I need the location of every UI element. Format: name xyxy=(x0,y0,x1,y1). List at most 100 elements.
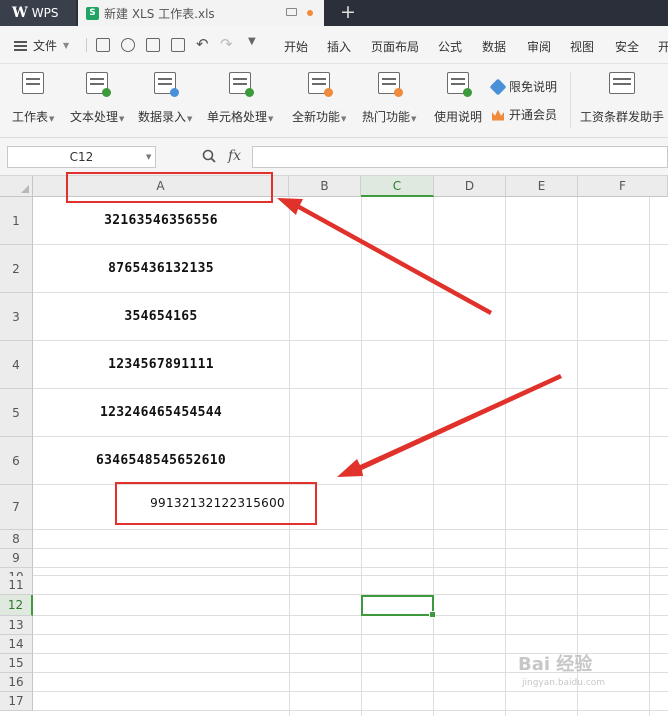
crown-icon xyxy=(492,109,504,121)
text-process-icon xyxy=(86,72,112,97)
undo-icon[interactable]: ↶ xyxy=(196,35,209,53)
data-entry-label: 数据录入 xyxy=(138,110,187,124)
limit-free-button[interactable]: 限免说明 xyxy=(489,78,558,95)
export-pdf-icon[interactable] xyxy=(121,38,135,52)
grid-line xyxy=(33,548,668,549)
highlight-box-column-a xyxy=(66,172,273,203)
limit-free-label: 限免说明 xyxy=(509,80,558,94)
cell-process-button[interactable]: 单元格处理▼ xyxy=(207,72,273,125)
row-header-3[interactable]: 3 xyxy=(0,293,33,341)
row-header-6[interactable]: 6 xyxy=(0,437,33,485)
monitor-icon[interactable] xyxy=(286,8,297,16)
payslip-button[interactable]: 工资条群发助手 xyxy=(580,72,664,125)
menu-bar: 文件 ▼ ↶ ↷ ▼ 开始 插入 页面布局 公式 数据 审阅 视图 安全 开 xyxy=(0,26,668,64)
row-header-5[interactable]: 5 xyxy=(0,389,33,437)
menu-security[interactable]: 安全 xyxy=(615,38,639,55)
row-header-12[interactable]: 12 xyxy=(0,595,33,616)
open-member-label: 开通会员 xyxy=(509,108,558,122)
document-tab[interactable]: S 新建 XLS 工作表.xls xyxy=(78,0,324,26)
grid-line xyxy=(33,575,668,576)
print-icon[interactable] xyxy=(146,38,160,52)
column-header-b[interactable]: B xyxy=(289,176,361,197)
hot-feature-icon xyxy=(378,72,404,97)
chevron-down-icon: ▼ xyxy=(63,41,70,50)
cell-a6[interactable]: 6346548545652610 xyxy=(33,453,289,468)
new-feature-label: 全新功能 xyxy=(292,110,341,124)
grid-line xyxy=(33,388,668,389)
cell-process-icon xyxy=(229,72,255,97)
row-header-8[interactable]: 8 xyxy=(0,530,33,549)
name-box[interactable]: C12 xyxy=(7,146,156,168)
function-icon[interactable]: fx xyxy=(228,148,241,164)
row-header-14[interactable]: 14 xyxy=(0,635,33,654)
file-menu-label: 文件 xyxy=(33,39,58,53)
file-menu[interactable]: 文件 ▼ xyxy=(14,37,69,54)
menu-page-layout[interactable]: 页面布局 xyxy=(371,38,419,55)
hamburger-icon xyxy=(14,40,27,51)
hot-feature-button[interactable]: 热门功能▼ xyxy=(362,72,416,125)
column-header-e[interactable]: E xyxy=(506,176,578,197)
new-tab-button[interactable]: + xyxy=(340,2,356,22)
cell-a3[interactable]: 354654165 xyxy=(33,309,289,324)
worksheet-label: 工作表 xyxy=(12,110,49,124)
cell-process-label: 单元格处理 xyxy=(207,110,268,124)
formula-input[interactable] xyxy=(252,146,668,168)
active-cell-c12[interactable] xyxy=(361,595,436,618)
data-entry-button[interactable]: 数据录入▼ xyxy=(138,72,192,125)
column-header-f[interactable]: F xyxy=(578,176,668,197)
worksheet-button[interactable]: 工作表▼ xyxy=(12,72,54,125)
highlight-box-cell-a7 xyxy=(115,482,317,525)
row-header-7[interactable]: 7 xyxy=(0,485,33,530)
formula-bar: C12 fx xyxy=(0,138,668,176)
cell-a5[interactable]: 123246465454544 xyxy=(33,405,289,420)
row-header-15[interactable]: 15 xyxy=(0,654,33,673)
column-header-c[interactable]: C xyxy=(361,176,434,197)
row-header-11[interactable]: 11 xyxy=(0,576,33,595)
row-header-17[interactable]: 17 xyxy=(0,692,33,711)
wps-logo-icon: W xyxy=(12,5,28,21)
column-header-d[interactable]: D xyxy=(434,176,506,197)
print-preview-icon[interactable] xyxy=(171,38,185,52)
unsaved-dot-icon xyxy=(307,10,313,16)
menu-overflow[interactable]: 开 xyxy=(658,38,668,55)
row-header-4[interactable]: 4 xyxy=(0,341,33,389)
cell-a2[interactable]: 8765436132135 xyxy=(33,261,289,276)
menu-insert[interactable]: 插入 xyxy=(327,38,351,55)
grid-line xyxy=(33,615,668,616)
menu-data[interactable]: 数据 xyxy=(482,38,506,55)
watermark-text: Bai 经验 xyxy=(518,654,593,675)
menu-view[interactable]: 视图 xyxy=(570,38,594,55)
title-bar: W WPS S 新建 XLS 工作表.xls + xyxy=(0,0,668,26)
menu-start[interactable]: 开始 xyxy=(284,38,308,55)
payslip-label: 工资条群发助手 xyxy=(580,110,665,124)
select-all-corner[interactable] xyxy=(0,176,33,197)
row-header-13[interactable]: 13 xyxy=(0,616,33,635)
spreadsheet-grid[interactable]: A B C D E F 1 2 3 4 5 6 7 8 9 10 11 12 1… xyxy=(0,176,668,716)
hot-feature-label: 热门功能 xyxy=(362,110,411,124)
cell-a4[interactable]: 1234567891111 xyxy=(33,357,289,372)
grid-line xyxy=(33,436,668,437)
text-process-button[interactable]: 文本处理▼ xyxy=(70,72,124,125)
grid-line xyxy=(649,197,650,716)
menu-formula[interactable]: 公式 xyxy=(438,38,462,55)
open-member-button[interactable]: 开通会员 xyxy=(492,106,557,123)
zoom-icon[interactable] xyxy=(202,149,216,163)
document-tab-label: 新建 XLS 工作表.xls xyxy=(104,6,215,21)
redo-icon[interactable]: ↷ xyxy=(220,35,233,53)
spreadsheet-file-icon: S xyxy=(86,6,99,20)
row-header-16[interactable]: 16 xyxy=(0,673,33,692)
customize-toolbar-icon[interactable]: ▼ xyxy=(248,36,256,47)
row-header-1[interactable]: 1 xyxy=(0,197,33,245)
menu-review[interactable]: 审阅 xyxy=(527,38,551,55)
row-header-9[interactable]: 9 xyxy=(0,549,33,568)
grid-line xyxy=(33,340,668,341)
text-process-label: 文本处理 xyxy=(70,110,119,124)
name-box-dropdown-icon[interactable]: ▼ xyxy=(146,153,151,161)
new-feature-button[interactable]: 全新功能▼ xyxy=(292,72,346,125)
wps-home-tab[interactable]: W WPS xyxy=(0,0,76,26)
cell-a1[interactable]: 32163546356556 xyxy=(33,213,289,228)
help-doc-button[interactable]: 使用说明 xyxy=(434,72,482,125)
divider xyxy=(86,38,87,52)
save-icon[interactable] xyxy=(96,38,110,52)
row-header-2[interactable]: 2 xyxy=(0,245,33,293)
